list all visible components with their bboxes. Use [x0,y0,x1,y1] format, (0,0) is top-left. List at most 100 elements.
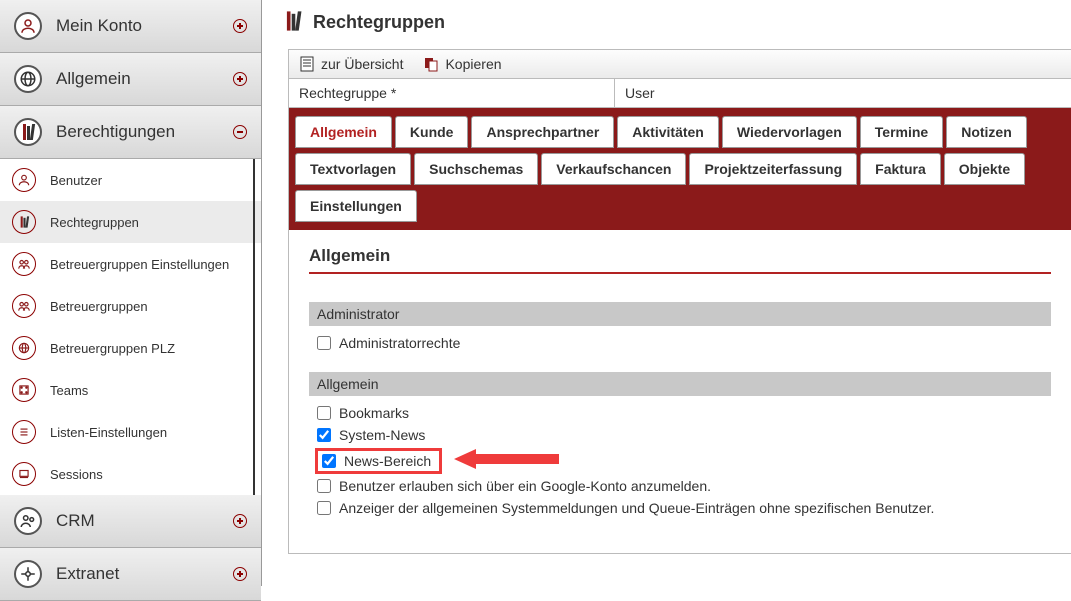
sub-item-label: Rechtegruppen [50,215,139,230]
checkbox-label: System-News [339,427,425,443]
nav-section-meinkonto[interactable]: Mein Konto [0,0,261,53]
sidebar-item-betreuergruppen[interactable]: Betreuergruppen [0,285,261,327]
group-icon [12,252,36,276]
checkbox-administratorrechte[interactable]: Administratorrechte [309,332,1051,354]
tab-wiedervorlagen[interactable]: Wiedervorlagen [722,116,857,148]
checkbox-label: Bookmarks [339,405,409,421]
expand-icon [233,514,247,528]
tab-faktura[interactable]: Faktura [860,153,941,185]
sidebar-item-betreuergruppen-plz[interactable]: Betreuergruppen PLZ [0,327,261,369]
checkbox-bookmarks[interactable]: Bookmarks [309,402,1051,424]
tabs-row-2: Textvorlagen Suchschemas Verkaufschancen… [295,153,1065,185]
sub-item-label: Betreuergruppen [50,299,148,314]
sidebar-item-sessions[interactable]: Sessions [0,453,261,495]
group-allgemein: Allgemein Bookmarks System-News News-Ber… [309,372,1051,519]
form-value[interactable]: User [615,79,1071,107]
toolbar-overview[interactable]: zur Übersicht [299,56,403,72]
sub-item-label: Betreuergruppen PLZ [50,341,175,356]
sub-item-label: Benutzer [50,173,102,188]
tab-textvorlagen[interactable]: Textvorlagen [295,153,411,185]
checkbox-input[interactable] [317,406,331,420]
sidebar-item-betreuergruppen-einst[interactable]: Betreuergruppen Einstellungen [0,243,261,285]
expand-icon [233,567,247,581]
sub-item-label: Betreuergruppen Einstellungen [50,257,229,272]
tabs-container: Allgemein Kunde Ansprechpartner Aktivitä… [289,108,1071,230]
tab-allgemein[interactable]: Allgemein [295,116,392,148]
globe-icon [12,336,36,360]
sidebar-item-rechtegruppen[interactable]: Rechtegruppen [0,201,261,243]
nav-label: Allgemein [56,69,233,89]
checkbox-input[interactable] [317,336,331,350]
page-title: Rechtegruppen [313,12,445,33]
books-icon [288,13,299,32]
checkbox-input[interactable] [322,454,336,468]
extranet-icon [14,560,42,588]
page-header: Rechtegruppen [288,8,1071,49]
main-content: Rechtegruppen zur Übersicht Kopieren Rec… [262,0,1071,586]
books-icon [14,118,42,146]
tab-kunde[interactable]: Kunde [395,116,469,148]
tab-aktivitaeten[interactable]: Aktivitäten [617,116,719,148]
group-header: Allgemein [309,372,1051,396]
toolbar-copy[interactable]: Kopieren [423,56,501,72]
sub-item-label: Teams [50,383,88,398]
globe-icon [14,65,42,93]
checkbox-input[interactable] [317,501,331,515]
nav-section-berechtigungen[interactable]: Berechtigungen [0,106,261,159]
group-icon [12,294,36,318]
nav-label: Extranet [56,564,233,584]
sidebar-item-benutzer[interactable]: Benutzer [0,159,261,201]
checkbox-system-news[interactable]: System-News [309,424,1051,446]
group-administrator: Administrator Administratorrechte [309,302,1051,354]
sidebar: Mein Konto Allgemein Berechtigungen Benu… [0,0,262,586]
checkbox-google-login[interactable]: Benutzer erlauben sich über ein Google-K… [309,475,1051,497]
tab-suchschemas[interactable]: Suchschemas [414,153,538,185]
nav-section-crm[interactable]: CRM [0,495,261,548]
checkbox-news-bereich[interactable]: News-Bereich [320,453,433,469]
checkbox-label: News-Bereich [344,453,431,469]
sidebar-item-listen[interactable]: Listen-Einstellungen [0,411,261,453]
tab-einstellungen[interactable]: Einstellungen [295,190,417,222]
tab-notizen[interactable]: Notizen [946,116,1027,148]
users-icon [14,507,42,535]
tabs-row-3: Einstellungen [295,190,1065,222]
books-icon [12,210,36,234]
nav-label: CRM [56,511,233,531]
sidebar-item-teams[interactable]: Teams [0,369,261,411]
checkbox-input[interactable] [317,479,331,493]
expand-icon [233,19,247,33]
list-icon [299,56,315,72]
list-icon [12,420,36,444]
annotation-highlight: News-Bereich [315,448,442,474]
tab-verkaufschancen[interactable]: Verkaufschancen [541,153,686,185]
nav-label: Berechtigungen [56,122,233,142]
form-row-rechtegruppe: Rechtegruppe * User [289,79,1071,108]
checkbox-systemmeldungen[interactable]: Anzeiger der allgemeinen Systemmeldungen… [309,497,1051,519]
collapse-icon [233,125,247,139]
active-indicator [253,159,255,495]
sub-item-label: Sessions [50,467,103,482]
checkbox-input[interactable] [317,428,331,442]
tab-ansprechpartner[interactable]: Ansprechpartner [471,116,614,148]
sub-items-berechtigungen: Benutzer Rechtegruppen Betreuergruppen E… [0,159,261,495]
arrow-icon [454,446,559,475]
toolbar-label: Kopieren [445,56,501,72]
toolbar: zur Übersicht Kopieren [289,50,1071,79]
tab-objekte[interactable]: Objekte [944,153,1025,185]
user-icon [12,168,36,192]
toolbar-label: zur Übersicht [321,56,403,72]
tab-projektzeiterfassung[interactable]: Projektzeiterfassung [689,153,857,185]
checkbox-label: Administratorrechte [339,335,460,351]
nav-section-allgemein[interactable]: Allgemein [0,53,261,106]
sessions-icon [12,462,36,486]
tabs-row-1: Allgemein Kunde Ansprechpartner Aktivitä… [295,116,1065,148]
sub-item-label: Listen-Einstellungen [50,425,167,440]
tab-termine[interactable]: Termine [860,116,943,148]
expand-icon [233,72,247,86]
nav-label: Mein Konto [56,16,233,36]
checkbox-label: Benutzer erlauben sich über ein Google-K… [339,478,711,494]
copy-icon [423,56,439,72]
section-area: Allgemein Administrator Administratorrec… [289,230,1071,553]
nav-section-extranet[interactable]: Extranet [0,548,261,601]
checkbox-label: Anzeiger der allgemeinen Systemmeldungen… [339,500,934,516]
